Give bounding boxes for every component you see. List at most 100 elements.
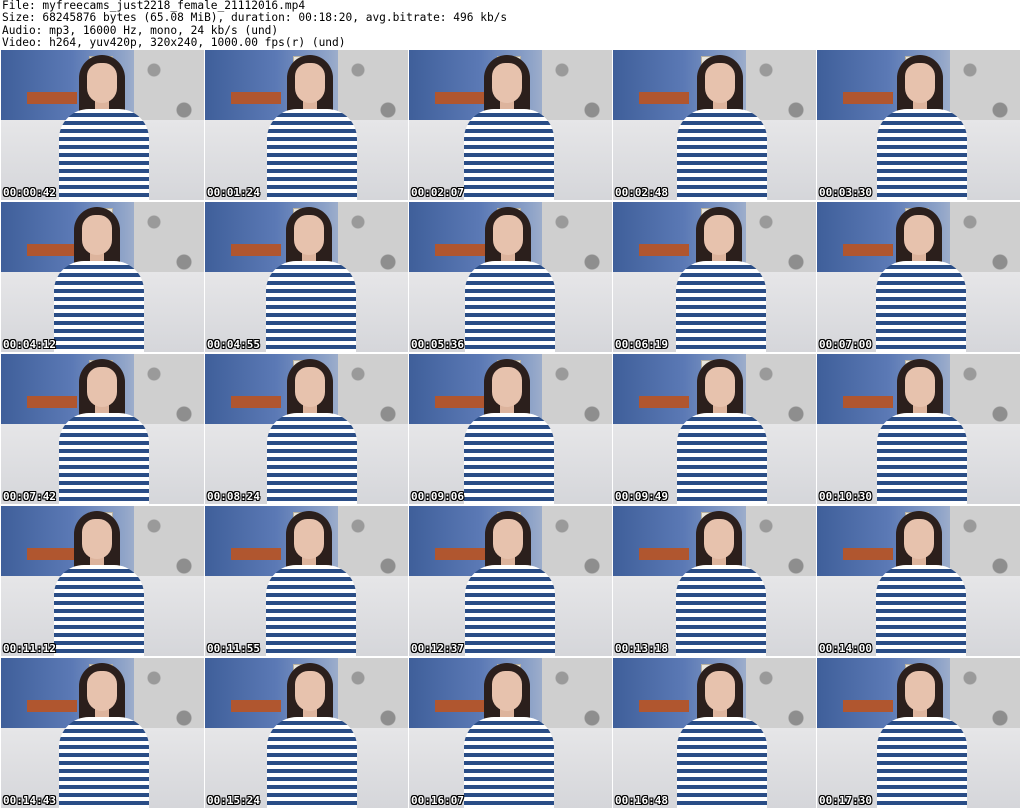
face <box>905 367 935 407</box>
face <box>904 215 934 255</box>
face <box>704 519 734 559</box>
thumbnail-timestamp: 00:11:55 <box>207 642 260 655</box>
person-figure <box>464 55 554 200</box>
face <box>704 215 734 255</box>
thumbnail-timestamp: 00:07:00 <box>819 338 872 351</box>
video-thumbnail: 00:05:36 <box>409 202 612 352</box>
thumbnail-timestamp: 00:09:49 <box>615 490 668 503</box>
face <box>493 519 523 559</box>
face <box>905 671 935 711</box>
person-figure <box>266 207 356 352</box>
person-figure <box>267 359 357 504</box>
video-thumbnail: 00:16:07 <box>409 658 612 808</box>
video-thumbnail: 00:14:43 <box>1 658 204 808</box>
file-size-line: Size: 68245876 bytes (65.08 MiB), durati… <box>2 11 508 25</box>
thumbnail-timestamp: 00:05:36 <box>411 338 464 351</box>
face <box>905 63 935 103</box>
video-thumbnail: 00:07:42 <box>1 354 204 504</box>
person-figure <box>465 511 555 656</box>
thumbnail-timestamp: 00:06:19 <box>615 338 668 351</box>
striped-shirt <box>266 261 356 352</box>
person-figure <box>59 663 149 808</box>
thumbnail-timestamp: 00:09:06 <box>411 490 464 503</box>
face <box>87 63 117 103</box>
thumbnail-timestamp: 00:02:48 <box>615 186 668 199</box>
thumbnail-timestamp: 00:03:30 <box>819 186 872 199</box>
thumbnail-timestamp: 00:13:18 <box>615 642 668 655</box>
striped-shirt <box>677 717 767 808</box>
person-figure <box>59 359 149 504</box>
person-figure <box>876 207 966 352</box>
person-figure <box>464 663 554 808</box>
person-figure <box>54 207 144 352</box>
video-info-line: Video: h264, yuv420p, 320x240, 1000.00 f… <box>2 35 346 49</box>
person-figure <box>267 55 357 200</box>
person-figure <box>877 359 967 504</box>
striped-shirt <box>877 717 967 808</box>
video-thumbnail: 00:02:07 <box>409 50 612 200</box>
striped-shirt <box>465 261 555 352</box>
person-figure <box>876 511 966 656</box>
striped-shirt <box>877 109 967 200</box>
face <box>492 63 522 103</box>
striped-shirt <box>465 565 555 656</box>
thumbnail-timestamp: 00:04:12 <box>3 338 56 351</box>
thumbnail-timestamp: 00:17:30 <box>819 794 872 807</box>
video-thumbnail: 00:02:48 <box>613 50 816 200</box>
striped-shirt <box>876 565 966 656</box>
video-thumbnail: 00:13:18 <box>613 506 816 656</box>
thumbnail-timestamp: 00:10:30 <box>819 490 872 503</box>
striped-shirt <box>677 109 767 200</box>
video-thumbnail: 00:12:37 <box>409 506 612 656</box>
thumbnail-timestamp: 00:11:12 <box>3 642 56 655</box>
face <box>295 671 325 711</box>
face <box>705 367 735 407</box>
person-figure <box>54 511 144 656</box>
striped-shirt <box>464 109 554 200</box>
video-thumbnail: 00:01:24 <box>205 50 408 200</box>
thumbnail-timestamp: 00:00:42 <box>3 186 56 199</box>
person-figure <box>676 207 766 352</box>
striped-shirt <box>877 413 967 504</box>
face <box>82 215 112 255</box>
striped-shirt <box>267 413 357 504</box>
face <box>295 367 325 407</box>
video-thumbnail: 00:15:24 <box>205 658 408 808</box>
striped-shirt <box>59 413 149 504</box>
video-thumbnail: 00:11:12 <box>1 506 204 656</box>
thumbnail-timestamp: 00:14:43 <box>3 794 56 807</box>
striped-shirt <box>676 261 766 352</box>
video-thumbnail: 00:17:30 <box>817 658 1020 808</box>
video-thumbnail: 00:07:00 <box>817 202 1020 352</box>
video-thumbnail: 00:04:12 <box>1 202 204 352</box>
thumbnail-timestamp: 00:07:42 <box>3 490 56 503</box>
video-thumbnail: 00:08:24 <box>205 354 408 504</box>
thumbnail-timestamp: 00:15:24 <box>207 794 260 807</box>
video-thumbnail: 00:14:00 <box>817 506 1020 656</box>
thumbnail-timestamp: 00:16:48 <box>615 794 668 807</box>
striped-shirt <box>59 109 149 200</box>
thumbnail-timestamp: 00:04:55 <box>207 338 260 351</box>
video-thumbnail: 00:03:30 <box>817 50 1020 200</box>
face <box>295 63 325 103</box>
face <box>705 671 735 711</box>
video-thumbnail: 00:06:19 <box>613 202 816 352</box>
thumbnail-timestamp: 00:08:24 <box>207 490 260 503</box>
video-info-header: File: myfreecams_just2218_female_2111201… <box>0 0 1024 50</box>
face <box>87 671 117 711</box>
striped-shirt <box>59 717 149 808</box>
striped-shirt <box>267 717 357 808</box>
person-figure <box>677 359 767 504</box>
face <box>294 215 324 255</box>
striped-shirt <box>267 109 357 200</box>
person-figure <box>464 359 554 504</box>
video-thumbnail: 00:00:42 <box>1 50 204 200</box>
person-figure <box>677 663 767 808</box>
person-figure <box>677 55 767 200</box>
person-figure <box>59 55 149 200</box>
person-figure <box>465 207 555 352</box>
person-figure <box>266 511 356 656</box>
face <box>493 215 523 255</box>
thumbnail-timestamp: 00:14:00 <box>819 642 872 655</box>
video-thumbnail: 00:10:30 <box>817 354 1020 504</box>
